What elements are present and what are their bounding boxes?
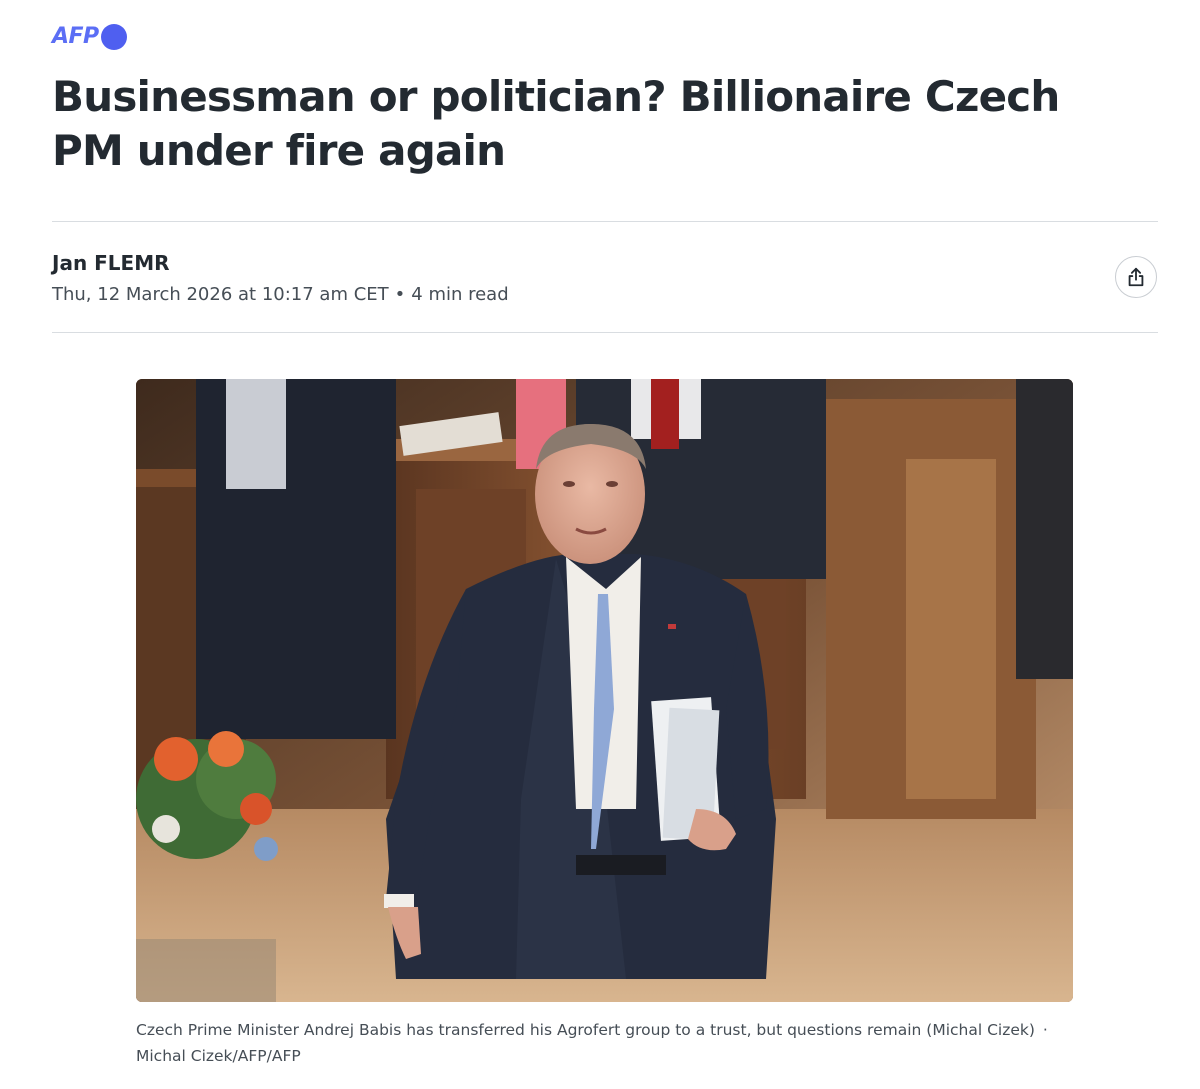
publish-date: Thu, 12 March 2026 at 10:17 am CET bbox=[52, 284, 389, 305]
article-meta: Thu, 12 March 2026 at 10:17 am CET • 4 min… bbox=[52, 282, 509, 308]
share-button[interactable] bbox=[1115, 256, 1157, 298]
divider-bottom bbox=[52, 332, 1158, 333]
divider-top bbox=[52, 221, 1158, 222]
article-headline: Businessman or politician? Billionaire C… bbox=[52, 72, 1060, 175]
photo-illustration bbox=[136, 379, 1073, 1002]
share-icon bbox=[1128, 267, 1144, 287]
logo-text: AFP bbox=[52, 24, 99, 49]
photo-caption: Czech Prime Minister Andrej Babis has tr… bbox=[136, 1017, 1096, 1069]
author-name[interactable]: Jan FLEMR bbox=[52, 249, 170, 277]
caption-separator: · bbox=[1042, 1021, 1048, 1039]
meta-separator: • bbox=[394, 284, 406, 305]
logo-dot-icon bbox=[100, 24, 127, 50]
article-photo[interactable] bbox=[136, 379, 1073, 1002]
caption-text: Czech Prime Minister Andrej Babis has tr… bbox=[136, 1021, 1035, 1039]
read-time: 4 min read bbox=[411, 284, 509, 305]
afp-logo[interactable]: AFP bbox=[52, 22, 127, 52]
photo-credit: Michal Cizek/AFP/AFP bbox=[136, 1047, 301, 1065]
